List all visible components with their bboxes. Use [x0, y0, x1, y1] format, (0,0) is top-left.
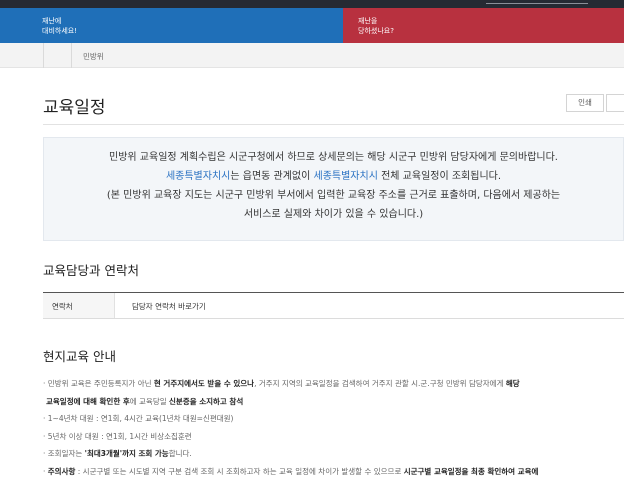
top-search-field[interactable]: [486, 0, 588, 4]
notice-line-2-text-a: 는 읍면동 관계없이: [230, 171, 314, 182]
breadcrumb-current[interactable]: 민방위: [83, 51, 104, 62]
region-link-2[interactable]: 세종특별자치시: [314, 171, 378, 182]
onsite-section-heading: 현지교육 안내: [43, 349, 116, 364]
guide-item-5-strong-a: 주의사항: [47, 466, 76, 476]
notice-line-3: (본 민방위 교육장 지도는 시군구 민방위 부서에서 입력한 교육장 주소를 …: [106, 190, 561, 201]
guide-item-1: · 민방위 교육은 주민등록지가 아닌 현 거주지에서도 받을 수 있으나, 거…: [43, 375, 624, 393]
guide-item-4-strong: '최대3개월'까지 조회 가능: [84, 449, 169, 458]
top-utility-bar: [0, 0, 624, 8]
prepare-banner-line2: 대비하세요!: [42, 27, 78, 35]
notice-line-2: 세종특별자치시는 읍면동 관계없이 세종특별자치시 전체 교육일정이 조회됩니다…: [44, 167, 623, 186]
guide-item-5-strong-b: 시군구별 교육일정을 최종 확인하여 교육에: [403, 466, 539, 476]
victim-banner-line1: 재난을: [358, 17, 378, 25]
guide-item-4-text-b: 합니다.: [168, 449, 192, 458]
guide-item-1-strong-a: 현 거주지에서도 받을 수 있으나: [153, 379, 255, 388]
region-link-1[interactable]: 세종특별자치시: [166, 171, 230, 182]
title-divider: [43, 124, 624, 125]
onsite-guide-list: · 민방위 교육은 주민등록지가 아닌 현 거주지에서도 받을 수 있으나, 거…: [43, 375, 624, 477]
guide-item-5: · 주의사항 : 시군구별 또는 시도별 지역 구분 검색 조회 시 조회하고자…: [43, 466, 539, 476]
guide-item-1-continued: 교육일정에 대해 확인한 후에 교육당일 신분증을 소지하고 참석: [43, 393, 624, 411]
notice-box: 민방위 교육일정 계획수립은 시군구청에서 하므로 상세문의는 해당 시군구 민…: [43, 137, 624, 241]
guide-item-4-text-a: · 조회일자는: [43, 449, 85, 458]
contact-section-heading: 교육담당과 연락처: [43, 263, 139, 278]
guide-item-5-text: : 시군구별 또는 시도별 지역 구분 검색 조회 시 조회하고자 하는 교육 …: [75, 466, 404, 476]
guide-item-1-strong-b: 해당: [505, 379, 520, 388]
guide-item-2: · 1~4년차 대원 : 연1회, 4시간 교육(1년차 대원=신편대원): [43, 414, 234, 423]
contact-table: 연락처 담당자 연락처 바로가기: [43, 292, 624, 319]
prepare-banner-line1: 재난에: [42, 17, 62, 25]
contact-row-label: 연락처: [43, 293, 115, 318]
breadcrumb: 민방위: [0, 43, 624, 68]
notice-line-4: 서비스로 실제와 차이가 있을 수 있습니다.): [243, 209, 424, 220]
breadcrumb-home-button[interactable]: [43, 43, 72, 68]
victim-banner-line2: 당하셨나요?: [358, 27, 394, 35]
guide-item-4: · 조회일자는 '최대3개월'까지 조회 가능합니다.: [43, 445, 624, 463]
prepare-disaster-banner[interactable]: 재난에 대비하세요!: [0, 8, 343, 43]
guide-item-1-text-c: 에 교육당일: [129, 396, 170, 406]
disaster-victim-banner[interactable]: 재난을 당하셨나요?: [343, 8, 624, 43]
contact-link[interactable]: 담당자 연락처 바로가기: [132, 301, 206, 312]
guide-item-1-text-b: , 거주지 지역의 교육일정을 검색하여 거주지 관할 시.군.구청 민방위 담…: [254, 379, 506, 388]
page-title: 교육일정: [43, 98, 106, 118]
guide-item-1-strong-c: 교육일정에 대해 확인한 후: [46, 396, 130, 406]
print-button[interactable]: 인쇄: [566, 94, 604, 112]
guide-item-1-text-a: · 민방위 교육은 주민등록지가 아닌: [43, 379, 154, 388]
notice-line-2-text-b: 전체 교육일정이 조회됩니다.: [377, 171, 502, 182]
guide-item-3: · 5년차 이상 대원 : 연1회, 1시간 비상소집훈련: [43, 431, 192, 441]
notice-line-1: 민방위 교육일정 계획수립은 시군구청에서 하므로 상세문의는 해당 시군구 민…: [109, 152, 558, 163]
guide-item-1-strong-d: 신분증을 소지하고 참석: [169, 396, 244, 406]
share-button[interactable]: [606, 94, 624, 112]
